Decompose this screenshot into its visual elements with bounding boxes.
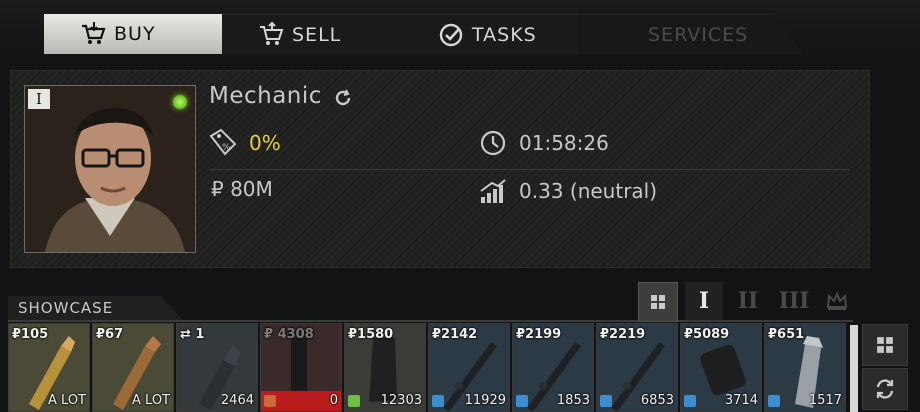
item-quantity: 3714 [724,393,758,408]
showcase-header: SHOWCASE [8,296,183,320]
showcase-scrollbar[interactable] [850,325,858,412]
tab-sell[interactable]: SELL [222,14,430,54]
trader-tab-bar: BUY SELL TASKS SERVICES [0,0,920,62]
trader-level-badge: I [28,89,50,109]
filter-level-3-button[interactable]: III [775,282,813,320]
tab-services[interactable]: SERVICES [578,14,803,54]
grid-icon [651,295,665,309]
swap-arrows-icon [876,379,894,399]
showcase-refresh-button[interactable] [862,368,908,410]
item-quantity: 6853 [640,393,674,408]
tab-buy-label: BUY [114,23,156,45]
item-category-icon [432,395,444,407]
item-quantity: A LOT [132,393,170,408]
showcase-grid-view-button[interactable] [862,324,908,366]
funds-value: ₽ 80M [211,177,273,201]
discount-value: 0% [249,131,281,155]
trader-info-panel: I Mechanic % 0% 01:58:26 ₽ 80M 0.33 (neu… [10,70,870,268]
item-quantity: 11929 [464,393,506,408]
showcase-item-6[interactable]: ₽2199 1853 [512,323,594,412]
trader-portrait: I [24,85,196,253]
crown-icon [826,291,848,310]
showcase-item-3[interactable]: ₽ 4308 0 [260,323,342,412]
showcase-item-5[interactable]: ₽2142 11929 [428,323,510,412]
item-quantity: A LOT [48,393,86,408]
showcase-grid: ₽105 A LOT ₽67 A LOT ⇄ 1 2464 ₽ 4308 0 ₽1580 1230… [8,323,848,412]
item-price: ₽5089 [684,327,730,342]
tab-tasks-label: TASKS [472,23,537,46]
item-category-icon [768,395,780,407]
stats-divider [209,169,849,170]
showcase-title: SHOWCASE [18,299,114,317]
filter-level-4-button[interactable] [818,282,856,320]
item-quantity: 12303 [380,393,422,408]
svg-text:%: % [222,143,231,153]
showcase-item-0[interactable]: ₽105 A LOT [8,323,90,412]
funds-stat: ₽ 80M [211,177,273,201]
standing-value: 0.33 (neutral) [519,179,658,203]
checkmark-circle-icon [436,20,466,50]
filter-all-button[interactable] [638,282,678,322]
restock-timer-stat: 01:58:26 [477,127,609,159]
item-category-icon [264,395,276,407]
trader-name: Mechanic [209,83,322,109]
refresh-icon[interactable] [334,89,352,107]
clock-icon [477,127,509,159]
item-category-icon [516,395,528,407]
item-quantity: 2464 [220,393,254,408]
grid-icon [877,337,893,353]
item-price: ⇄ 1 [180,327,205,342]
showcase-item-9[interactable]: ₽651 1517 [764,323,846,412]
item-price: ₽2199 [516,327,562,342]
item-quantity: 0 [329,393,338,408]
item-price: ₽ 4308 [264,327,314,342]
item-quantity: 1853 [556,393,590,408]
tab-sell-label: SELL [292,23,342,46]
showcase-item-4[interactable]: ₽1580 12303 [344,323,426,412]
tab-services-label: SERVICES [648,23,749,46]
item-category-icon [600,395,612,407]
item-quantity: 1517 [808,393,842,408]
item-price: ₽2219 [600,327,646,342]
showcase-item-7[interactable]: ₽2219 6853 [596,323,678,412]
trader-portrait-image [25,86,195,252]
showcase-item-8[interactable]: ₽5089 3714 [680,323,762,412]
standing-stat: 0.33 (neutral) [477,175,657,207]
filter-level-1-button[interactable]: I [685,282,723,320]
filter-level-2-button[interactable]: II [729,282,767,320]
item-price: ₽651 [768,327,805,342]
online-status-indicator [173,95,187,109]
item-price: ₽105 [12,327,49,342]
item-price: ₽67 [96,327,124,342]
discount-stat: % 0% [207,127,281,159]
showcase-item-1[interactable]: ₽67 A LOT [92,323,174,412]
showcase-header-line [8,320,853,322]
restock-timer-value: 01:58:26 [519,131,609,155]
item-category-icon [348,395,360,407]
item-price: ₽1580 [348,327,394,342]
sell-cart-icon [256,20,286,50]
standing-chart-icon [477,175,509,207]
item-price: ₽2142 [432,327,478,342]
shopping-cart-icon [78,19,108,49]
item-category-icon [684,395,696,407]
showcase-item-2[interactable]: ⇄ 1 2464 [176,323,258,412]
discount-tag-icon: % [207,127,239,159]
